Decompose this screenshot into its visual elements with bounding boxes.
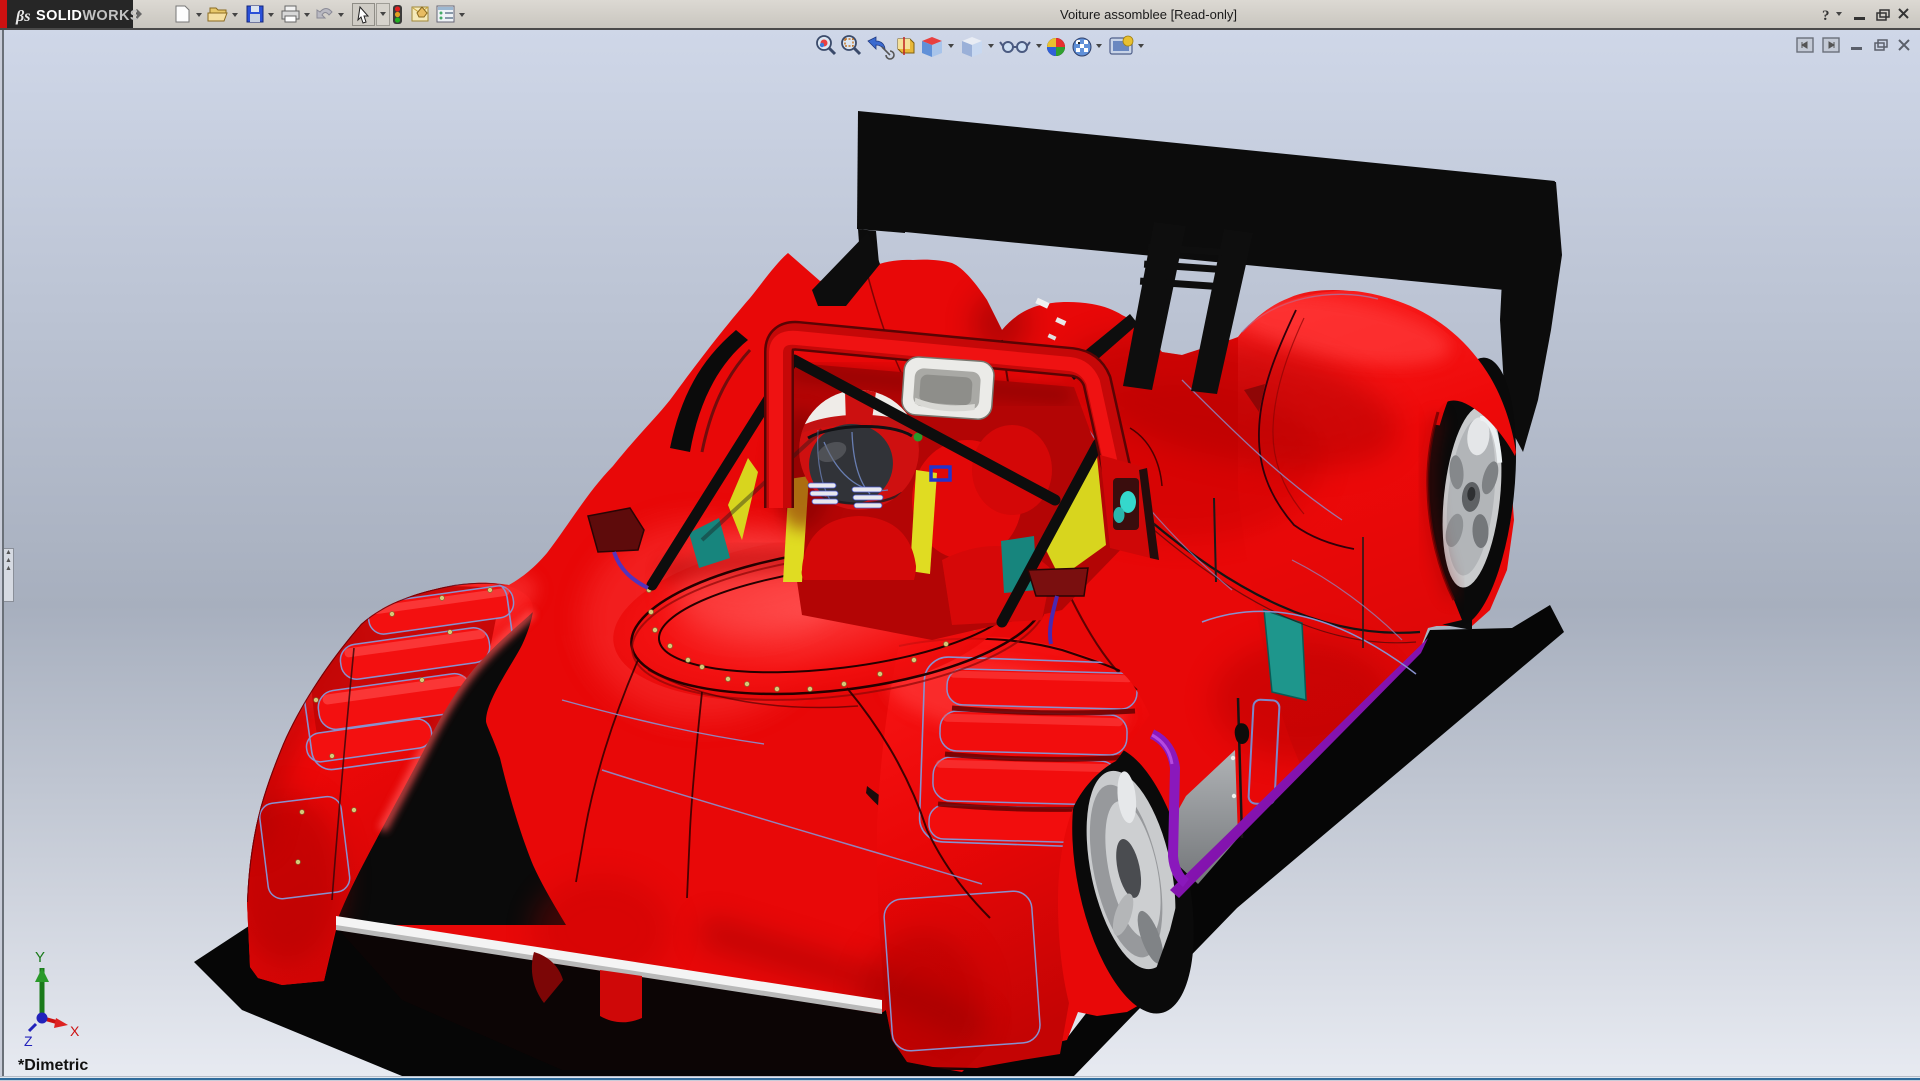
svg-text:Z: Z (24, 1033, 33, 1049)
svg-text:SOLIDWORKS: SOLIDWORKS (36, 8, 140, 24)
svg-text:X: X (70, 1023, 80, 1039)
svg-text:βs: βs (15, 8, 30, 25)
svg-text:Y: Y (35, 949, 45, 966)
svg-text:?: ? (1822, 8, 1830, 24)
